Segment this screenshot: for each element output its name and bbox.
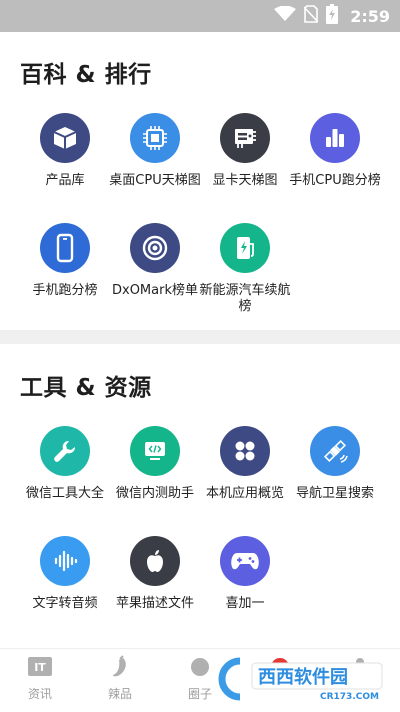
grid-item-label: 显卡天梯图: [212, 173, 278, 188]
battery-charging-icon: [326, 4, 339, 28]
it-news-icon: IT: [10, 655, 70, 683]
nav-label: 辣品: [107, 687, 132, 701]
gpu-card-icon: [220, 113, 270, 163]
grid-item-label: DxOMark榜单: [112, 283, 198, 298]
phone-icon: [40, 223, 90, 273]
grid-item-label: 手机CPU跑分榜: [289, 173, 381, 188]
grid-item-label: 新能源汽车续航榜: [199, 283, 291, 314]
grid-item-label: 产品库: [45, 173, 85, 188]
grid-item-desktop-cpu[interactable]: 桌面CPU天梯图: [105, 113, 205, 189]
section-title-tools: 工具 & 资源: [20, 375, 152, 401]
nav-label: 资讯: [27, 687, 52, 701]
no-sim-icon: [303, 5, 319, 27]
satellite-icon: [310, 426, 360, 476]
charging-station-icon: [220, 223, 270, 273]
nav-item-news[interactable]: IT 资讯: [10, 655, 70, 702]
wifi-icon: [274, 5, 297, 26]
grid-item-ev-range[interactable]: 新能源汽车续航榜: [195, 223, 295, 315]
nav-item-spicy[interactable]: 辣品: [90, 655, 150, 702]
grid-item-label: 微信工具大全: [25, 486, 104, 501]
grid-item-text-to-audio[interactable]: 文字转音频: [15, 536, 115, 612]
status-bar: 2:59: [0, 0, 400, 32]
watermark-logo: 西西软件园 CR173.COM: [210, 655, 390, 703]
bar-chart-icon: [310, 113, 360, 163]
box-icon: [40, 113, 90, 163]
grid-item-label: 本机应用概览: [205, 486, 284, 501]
cpu-icon: [130, 113, 180, 163]
grid-item-label: 导航卫星搜索: [295, 486, 374, 501]
grid-item-dxomark[interactable]: DxOMark榜单: [105, 223, 205, 299]
audio-wave-icon: [40, 536, 90, 586]
grid-item-label: 文字转音频: [32, 596, 98, 611]
grid-item-gpu-ladder[interactable]: 显卡天梯图: [195, 113, 295, 189]
status-time: 2:59: [350, 6, 390, 26]
grid-item-phone-score[interactable]: 手机跑分榜: [15, 223, 115, 299]
svg-text:IT: IT: [34, 661, 46, 674]
grid-item-wechat-tools[interactable]: 微信工具大全: [15, 426, 115, 502]
chili-icon: [90, 655, 150, 683]
svg-text:西西软件园: 西西软件园: [258, 666, 348, 688]
code-window-icon: [130, 426, 180, 476]
grid-item-label: 手机跑分榜: [32, 283, 98, 298]
grid-item-apple-profile[interactable]: 苹果描述文件: [105, 536, 205, 612]
apps-grid-icon: [220, 426, 270, 476]
grid-item-label: 桌面CPU天梯图: [109, 173, 201, 188]
gamepad-icon: [220, 536, 270, 586]
grid-item-satellite-search[interactable]: 导航卫星搜索: [285, 426, 385, 502]
camera-lens-icon: [130, 223, 180, 273]
grid-item-product-library[interactable]: 产品库: [15, 113, 115, 189]
grid-item-app-overview[interactable]: 本机应用概览: [195, 426, 295, 502]
apple-icon: [130, 536, 180, 586]
grid-item-label: 微信内测助手: [115, 486, 194, 501]
grid-item-phone-cpu-score[interactable]: 手机CPU跑分榜: [285, 113, 385, 189]
grid-item-label: 喜加一: [225, 596, 265, 611]
grid-item-free-game[interactable]: 喜加一: [195, 536, 295, 612]
wrench-icon: [40, 426, 90, 476]
grid-item-label: 苹果描述文件: [115, 596, 194, 611]
grid-item-wechat-beta[interactable]: 微信内测助手: [105, 426, 205, 502]
section-divider: [0, 330, 400, 344]
svg-text:CR173.COM: CR173.COM: [320, 692, 379, 702]
section-title-encyclopedia: 百科 & 排行: [20, 62, 152, 88]
